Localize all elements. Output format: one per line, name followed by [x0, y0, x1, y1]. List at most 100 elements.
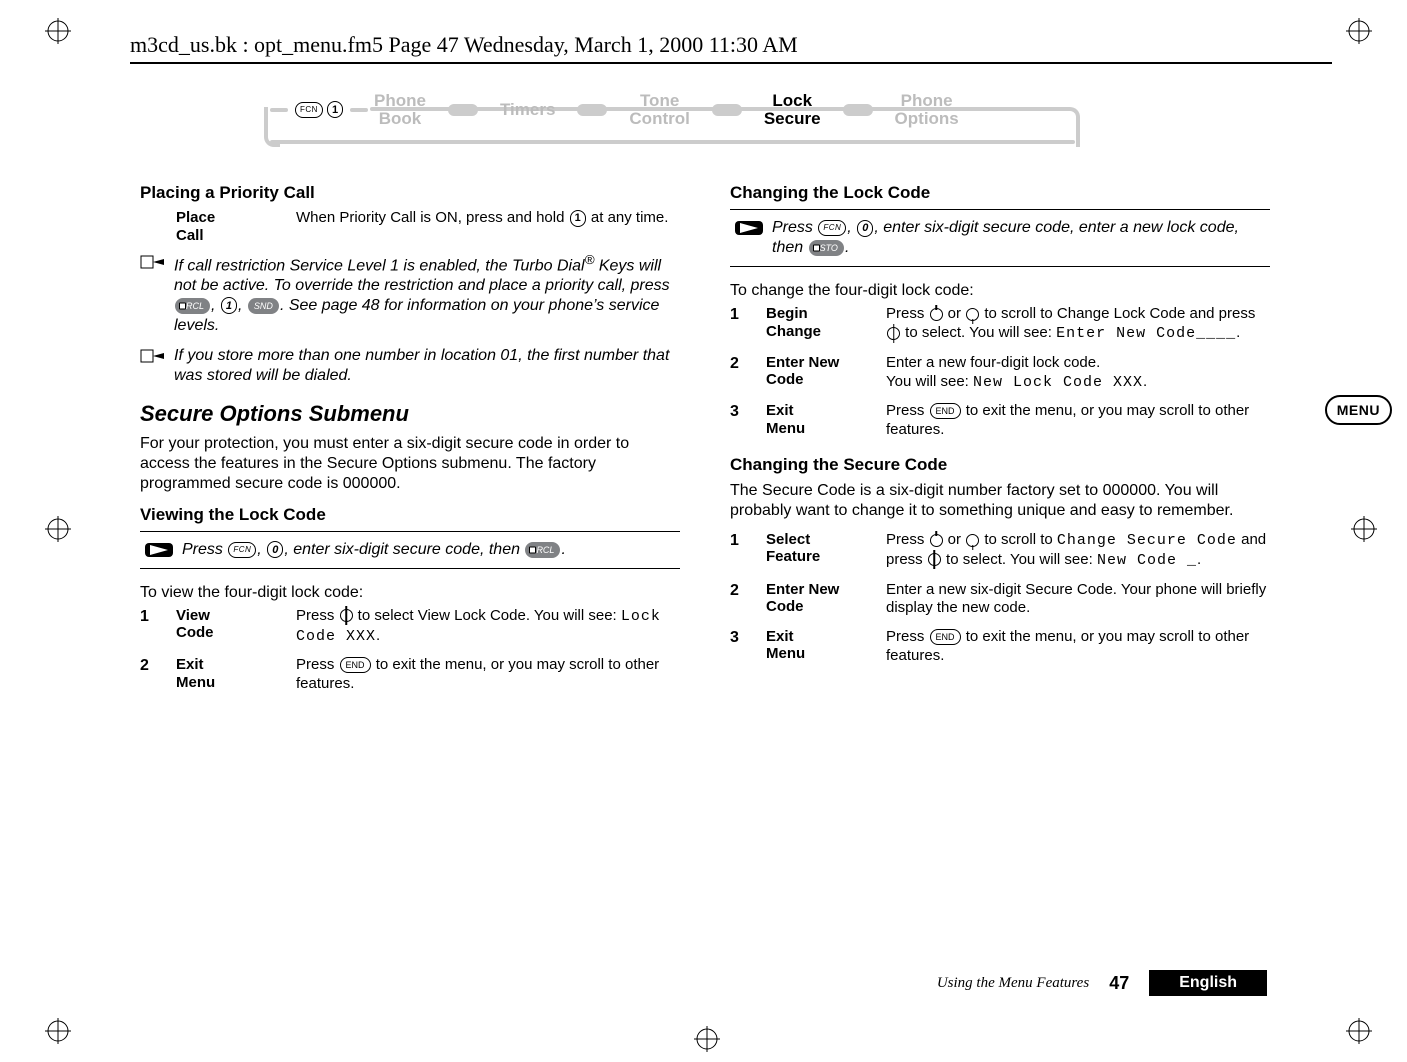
- cl1d: to select. You will see:: [901, 324, 1056, 341]
- footer-chapter: Using the Menu Features: [937, 975, 1089, 992]
- note-service-level: If call restriction Service Level 1 is e…: [140, 252, 680, 336]
- change-lock-steps: 1 Begin Change Press or to scroll to Cha…: [730, 305, 1270, 440]
- note-pointer-icon: [140, 252, 168, 336]
- cs-step3-num: 3: [730, 628, 756, 666]
- change-secure-paragraph: The Secure Code is a six-digit number fa…: [730, 481, 1270, 521]
- cl2b: You will see:: [886, 373, 973, 390]
- cs-step1-desc: Press or to scroll to Change Secure Code…: [886, 531, 1270, 571]
- cl-step3-num: 3: [730, 402, 756, 440]
- place-call-step: Place Call When Priority Call is ON, pre…: [140, 209, 680, 244]
- cs1a: Press: [886, 531, 929, 548]
- cl-step3-desc: Press END to exit the menu, or you may s…: [886, 402, 1270, 440]
- crop-mark-br: [1346, 1018, 1372, 1044]
- end-key-icon: END: [340, 657, 371, 673]
- ribbon-sep: [448, 104, 478, 116]
- sto-key-icon: STO: [809, 240, 844, 256]
- ribbon-item-phone-options: Phone Options: [891, 90, 963, 130]
- one-key-icon: 1: [570, 210, 586, 227]
- scroll-select-icon: [928, 553, 941, 566]
- change-lock-shortcut: Press FCN, 0, enter six-digit secure cod…: [730, 209, 1270, 267]
- cs1c: to scroll to: [980, 531, 1057, 548]
- s1b: to select View Lock Code. You will see:: [354, 607, 621, 624]
- cs-step1-label: Select Feature: [766, 531, 876, 571]
- cs-step3-label: Exit Menu: [766, 628, 876, 666]
- cl-step2-label: Enter New Code: [766, 354, 876, 393]
- note1-reg: ®: [585, 252, 595, 267]
- crop-mark-mr: [1351, 516, 1377, 542]
- scroll-up-icon: [930, 534, 943, 547]
- clq-a: Press: [772, 219, 817, 236]
- vq-a: Press: [182, 541, 227, 558]
- footer-page-number: 47: [1109, 973, 1129, 994]
- ribbon-item-phone-book: Phone Book: [370, 90, 430, 130]
- heading-secure-options-submenu: Secure Options Submenu: [140, 400, 680, 428]
- rcl-key-icon: RCL: [525, 542, 560, 558]
- cs1lcd2: New Code _: [1097, 552, 1197, 569]
- fcn-key-icon: FCN: [295, 102, 323, 118]
- cl-step1-desc: Press or to scroll to Change Lock Code a…: [886, 305, 1270, 344]
- cl1c: to scroll to Change Lock Code and press: [980, 305, 1255, 322]
- secure-options-paragraph: For your protection, you must enter a si…: [140, 434, 680, 494]
- cl-step1-label: Begin Change: [766, 305, 876, 344]
- step-2-desc: Press END to exit the menu, or you may s…: [296, 656, 680, 694]
- page-footer: Using the Menu Features 47 English: [937, 970, 1267, 996]
- cs1lcd1: Change Secure Code: [1057, 532, 1237, 549]
- cl2a: Enter a new four-digit lock code.: [886, 354, 1100, 371]
- heading-viewing-lock-code: Viewing the Lock Code: [140, 504, 680, 525]
- zero-key-icon: 0: [267, 541, 283, 558]
- place-call-pre: When Priority Call is ON, press and hold: [296, 209, 569, 226]
- zero-key-icon: 0: [857, 220, 873, 237]
- s2a: Press: [296, 656, 339, 673]
- footer-language: English: [1149, 970, 1267, 996]
- crop-mark-tl: [45, 18, 71, 44]
- place-call-post: at any time.: [587, 209, 669, 226]
- ribbon-sep: [577, 104, 607, 116]
- cs1f: .: [1197, 551, 1201, 568]
- vq-c: .: [561, 541, 565, 558]
- step-1-label: View Code: [176, 607, 286, 647]
- cl-step1-num: 1: [730, 305, 756, 344]
- shortcut-icon: [734, 218, 764, 258]
- cs-step2-label: Enter New Code: [766, 581, 876, 619]
- one-key-icon: 1: [221, 297, 237, 314]
- page: m3cd_us.bk : opt_menu.fm5 Page 47 Wednes…: [0, 0, 1407, 1062]
- end-key-icon: END: [930, 403, 961, 419]
- side-tab-label: MENU: [1325, 395, 1392, 425]
- note2-text: If you store more than one number in loc…: [174, 346, 680, 386]
- cs-step3-desc: Press END to exit the menu, or you may s…: [886, 628, 1270, 666]
- heading-placing-priority-call: Placing a Priority Call: [140, 182, 680, 203]
- crop-mark-bl: [45, 1018, 71, 1044]
- heading-changing-lock-code: Changing the Lock Code: [730, 182, 1270, 203]
- fcn-key-icon: FCN: [818, 220, 846, 236]
- step-2-label: Exit Menu: [176, 656, 286, 694]
- note1-a: If call restriction Service Level 1 is e…: [174, 257, 585, 274]
- step-1-num: 1: [140, 607, 166, 647]
- cs-step2-num: 2: [730, 581, 756, 619]
- step-1-desc: Press to select View Lock Code. You will…: [296, 607, 680, 647]
- ribbon-item-tone-control: Tone Control: [625, 90, 693, 130]
- ribbon-items: Phone Book Timers Tone Control Lock Secu…: [370, 90, 1070, 130]
- change-lock-intro: To change the four-digit lock code:: [730, 281, 1270, 301]
- ribbon-item-timers: Timers: [496, 99, 559, 121]
- scroll-down-icon: [966, 534, 979, 547]
- s1c: .: [376, 627, 380, 644]
- cl-step3-label: Exit Menu: [766, 402, 876, 440]
- view-lock-steps: 1 View Code Press to select View Lock Co…: [140, 607, 680, 694]
- ribbon-sep: [712, 104, 742, 116]
- cl1lcd: Enter New Code____: [1056, 325, 1236, 342]
- one-key-icon: 1: [327, 101, 343, 118]
- change-secure-steps: 1 Select Feature Press or to scroll to C…: [730, 531, 1270, 666]
- view-lock-intro: To view the four-digit lock code:: [140, 583, 680, 603]
- running-head-rule: [130, 62, 1332, 64]
- note-store-more: If you store more than one number in loc…: [140, 346, 680, 386]
- crop-mark-ml: [45, 516, 71, 542]
- right-column: Changing the Lock Code Press FCN, 0, ent…: [730, 176, 1270, 694]
- scroll-select-icon: [887, 327, 900, 340]
- note-pointer-icon: [140, 346, 168, 386]
- fcn-key-icon: FCN: [228, 542, 256, 558]
- step-2-num: 2: [140, 656, 166, 694]
- cl1e: .: [1236, 324, 1240, 341]
- cl1a: Press: [886, 305, 929, 322]
- cl-step2-desc: Enter a new four-digit lock code. You wi…: [886, 354, 1270, 393]
- running-head: m3cd_us.bk : opt_menu.fm5 Page 47 Wednes…: [130, 32, 1277, 58]
